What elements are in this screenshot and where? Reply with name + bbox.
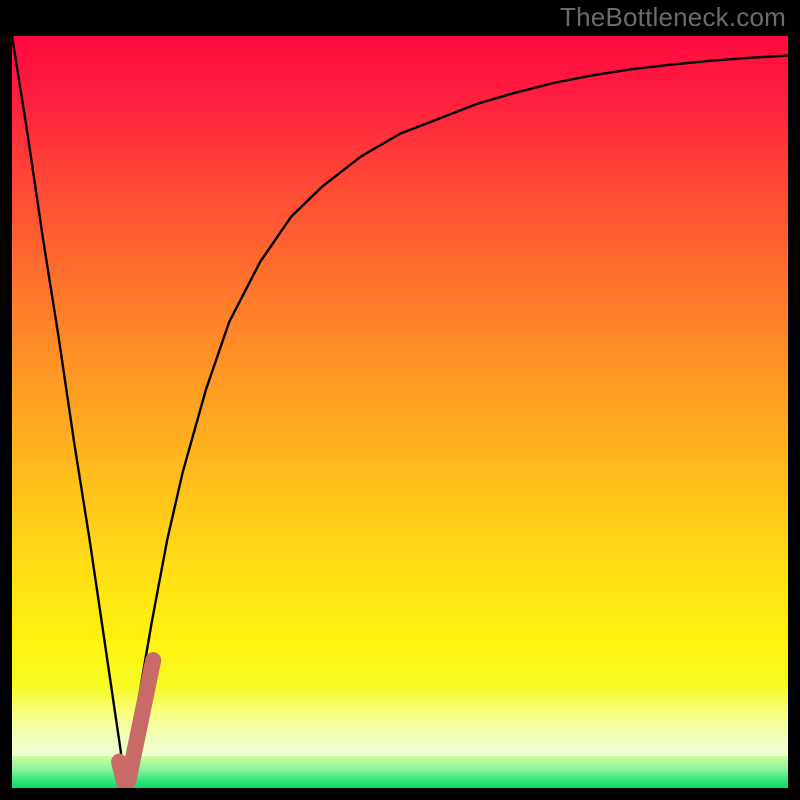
attribution-text: TheBottleneck.com bbox=[560, 2, 786, 33]
highlight-segment bbox=[119, 660, 153, 784]
bottleneck-curve bbox=[12, 36, 788, 788]
bottom-border bbox=[0, 788, 800, 800]
bottleneck-chart bbox=[12, 36, 788, 788]
chart-curves-layer bbox=[12, 36, 788, 788]
